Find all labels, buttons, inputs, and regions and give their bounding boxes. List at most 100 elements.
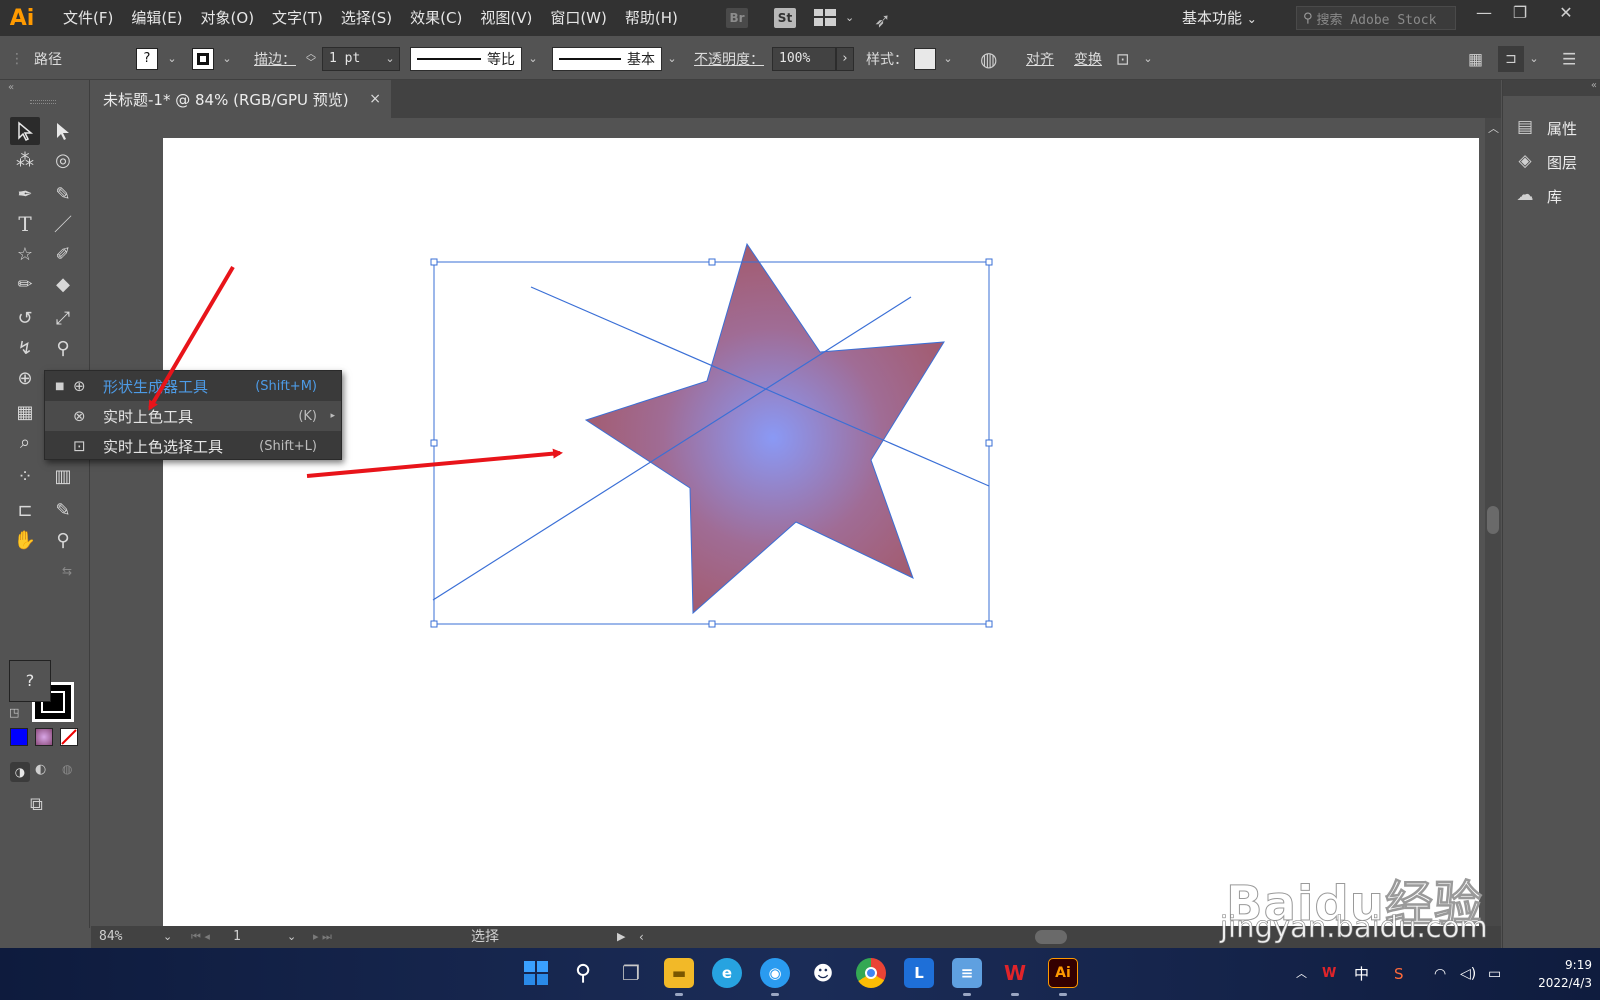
draw-normal-icon[interactable]: ◑ — [10, 762, 30, 782]
browser-e-icon[interactable]: e — [712, 958, 742, 988]
puppet-warp-icon[interactable]: ⚲ — [48, 334, 78, 362]
chevron-down-icon[interactable]: ⌄ — [1526, 48, 1542, 70]
chevron-down-icon[interactable]: ⌄ — [525, 48, 541, 70]
menu-select[interactable]: 选择(S) — [332, 0, 401, 36]
bounding-box-handle[interactable] — [708, 258, 716, 266]
fill-color-box[interactable]: ? — [9, 660, 51, 702]
chevron-down-icon[interactable]: ⌄ — [164, 48, 180, 70]
curvature-tool-icon[interactable]: ✎ — [48, 180, 78, 208]
gradient-mode-icon[interactable] — [35, 728, 53, 746]
flyout-shape-builder[interactable]: ■ ⊕ 形状生成器工具 (Shift+M) — [45, 371, 341, 401]
volume-icon[interactable]: ◁) — [1460, 948, 1476, 1000]
magic-wand-icon[interactable]: ⁂ — [10, 146, 40, 174]
chevron-right-icon[interactable]: › — [836, 46, 854, 71]
libraries-panel-button[interactable]: ☁ 库 — [1513, 180, 1597, 212]
menu-effect[interactable]: 效果(C) — [401, 0, 471, 36]
close-button[interactable]: ✕ — [1546, 0, 1586, 28]
illustrator-taskbar-icon[interactable]: Ai — [1048, 958, 1078, 988]
eyedropper-icon[interactable]: ⌕ — [10, 428, 40, 456]
scroll-left-icon[interactable]: ‹ — [639, 926, 644, 948]
eraser-icon[interactable]: ◆ — [48, 270, 78, 298]
artboard[interactable] — [163, 138, 1479, 926]
ime-indicator[interactable]: 中 — [1354, 948, 1369, 1000]
menu-window[interactable]: 窗口(W) — [541, 0, 616, 36]
scale-tool-icon[interactable]: ⤢ — [48, 304, 78, 332]
grid-icon[interactable]: ▦ — [1468, 49, 1483, 68]
default-colors-icon[interactable]: ◳ — [9, 706, 19, 719]
bounding-box-handle[interactable] — [430, 258, 438, 266]
document-tab[interactable]: 未标题-1* @ 84% (RGB/GPU 预览) × — [91, 80, 391, 118]
chevron-down-icon[interactable]: ⌄ — [163, 926, 172, 948]
menu-help[interactable]: 帮助(H) — [616, 0, 687, 36]
stepper-icon[interactable]: ︿ ﹀ — [306, 49, 316, 68]
chevron-down-icon[interactable]: ⌄ — [940, 48, 956, 70]
type-tool-icon[interactable]: T — [10, 210, 40, 238]
zoom-tool-icon[interactable]: ⚲ — [48, 526, 78, 554]
tab-close-icon[interactable]: × — [369, 91, 381, 107]
collapse-icon[interactable]: « — [8, 82, 14, 93]
screen-mode-icon[interactable]: ⧉ — [30, 794, 43, 815]
opacity-label[interactable]: 不透明度： — [694, 49, 764, 69]
variable-width-profile[interactable]: 等比 — [410, 46, 522, 71]
restore-button[interactable]: ❐ — [1500, 0, 1540, 28]
opacity-field[interactable]: 100% — [772, 46, 836, 71]
workspace-switcher[interactable]: 基本功能 ⌄ — [1182, 0, 1257, 36]
notepad-icon[interactable]: ≡ — [952, 958, 982, 988]
collapse-icon[interactable]: « — [1591, 80, 1597, 91]
status-menu-arrow-icon[interactable]: ▶ — [617, 926, 625, 948]
draw-behind-icon[interactable]: ◐ — [35, 762, 46, 777]
zoom-field[interactable]: 84% — [99, 926, 122, 948]
menu-view[interactable]: 视图(V) — [471, 0, 541, 36]
stroke-label[interactable]: 描边： — [254, 49, 296, 69]
chevron-down-icon[interactable]: ⌄ — [382, 48, 398, 70]
chevron-down-icon[interactable]: ⌄ — [287, 926, 296, 948]
tray-overflow-icon[interactable]: ︿ — [1296, 948, 1307, 1000]
hand-tool-icon[interactable]: ✋ — [10, 526, 40, 554]
wifi-icon[interactable]: ◠ — [1434, 948, 1446, 1000]
perspective-grid-icon[interactable]: ▦ — [10, 398, 40, 426]
arrange-documents-icon[interactable] — [814, 9, 836, 26]
chrome-icon[interactable] — [856, 958, 886, 988]
lasso-icon[interactable]: ◎ — [48, 146, 78, 174]
bounding-box-handle[interactable] — [985, 620, 993, 628]
bounding-box-handle[interactable] — [430, 439, 438, 447]
pen-tool-icon[interactable]: ✒ — [10, 180, 40, 208]
stock-search-input[interactable]: ⚲ 搜索 Adobe Stock — [1296, 6, 1456, 30]
brush-definition[interactable]: 基本 — [552, 46, 662, 71]
wps-tray-icon[interactable]: W — [1322, 948, 1336, 1000]
menu-type[interactable]: 文字(T) — [263, 0, 332, 36]
swap-fill-stroke-icon[interactable]: ⇆ — [62, 564, 72, 578]
chevron-down-icon[interactable]: ⌄ — [219, 48, 235, 70]
bridge-button[interactable]: Br — [726, 8, 748, 28]
last-artboard-icon[interactable]: ▸ ⏭ — [313, 926, 332, 948]
line-tool-icon[interactable]: ／ — [48, 210, 78, 238]
none-mode-icon[interactable] — [60, 728, 78, 746]
menu-icon[interactable]: ☰ — [1562, 49, 1576, 68]
properties-panel-button[interactable]: ▤ 属性 — [1513, 112, 1597, 144]
symbol-sprayer-icon[interactable]: ⁘ — [10, 462, 40, 490]
file-explorer-icon[interactable]: ▬ — [664, 958, 694, 988]
gpu-performance-icon[interactable]: ➶ — [874, 8, 891, 32]
menu-edit[interactable]: 编辑(E) — [122, 0, 191, 36]
search-icon[interactable]: ⚲ — [568, 958, 598, 988]
chevron-down-icon[interactable]: ⌄ — [664, 48, 680, 70]
horizontal-scrollbar-thumb[interactable] — [1035, 930, 1067, 944]
star-shape[interactable] — [584, 242, 945, 615]
bounding-box-handle[interactable] — [430, 620, 438, 628]
battery-icon[interactable]: ▭ — [1488, 948, 1501, 1000]
scroll-up-icon[interactable]: ︿ — [1488, 120, 1499, 136]
direct-selection-tool-icon[interactable] — [48, 117, 78, 145]
flyout-live-paint-bucket[interactable]: ⊗ 实时上色工具 (K) ▸ — [45, 401, 341, 431]
stroke-swatch[interactable] — [192, 47, 214, 70]
flyout-live-paint-selection[interactable]: ⊡ 实时上色选择工具 (Shift+L) — [45, 431, 341, 461]
transform-link[interactable]: 变换 — [1074, 49, 1102, 69]
clock[interactable]: 9:19 2022/4/3 — [1518, 956, 1592, 992]
bounding-box-handle[interactable] — [985, 439, 993, 447]
menu-object[interactable]: 对象(O) — [192, 0, 264, 36]
video-app-icon[interactable]: ◉ — [760, 958, 790, 988]
minimize-button[interactable]: — — [1464, 0, 1504, 28]
bounding-box-handle[interactable] — [708, 620, 716, 628]
first-artboard-icon[interactable]: ⏮ ◂ — [191, 926, 210, 948]
artboard-number-field[interactable]: 1 — [233, 926, 241, 948]
shaper-tool-icon[interactable]: ✏ — [10, 270, 40, 298]
